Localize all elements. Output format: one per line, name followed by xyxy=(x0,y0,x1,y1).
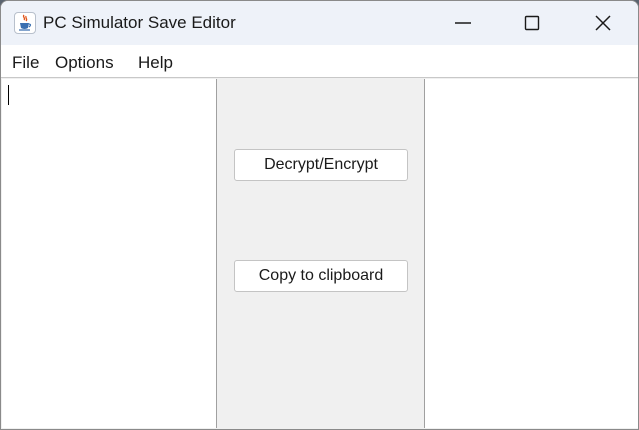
decrypt-encrypt-button[interactable]: Decrypt/Encrypt xyxy=(234,149,408,181)
menu-help[interactable]: Help xyxy=(138,53,173,73)
minimize-button[interactable] xyxy=(440,1,486,45)
menu-file[interactable]: File xyxy=(12,53,39,73)
copy-to-clipboard-button[interactable]: Copy to clipboard xyxy=(234,260,408,292)
maximize-button[interactable] xyxy=(509,1,555,45)
output-text-area[interactable] xyxy=(424,79,638,428)
text-caret xyxy=(8,85,9,105)
menu-options[interactable]: Options xyxy=(55,53,114,73)
java-cup-icon xyxy=(14,12,36,34)
minimize-icon xyxy=(455,22,471,24)
window-title: PC Simulator Save Editor xyxy=(43,13,236,32)
close-button[interactable] xyxy=(580,1,626,45)
menu-bar: File Options Help xyxy=(1,45,638,78)
close-icon xyxy=(595,15,611,31)
app-window: PC Simulator Save Editor File Options He… xyxy=(0,0,639,430)
maximize-icon xyxy=(524,15,540,31)
input-text-area[interactable] xyxy=(2,79,217,428)
main-panel: Decrypt/Encrypt Copy to clipboard xyxy=(1,78,638,429)
title-bar[interactable]: PC Simulator Save Editor xyxy=(1,1,638,45)
